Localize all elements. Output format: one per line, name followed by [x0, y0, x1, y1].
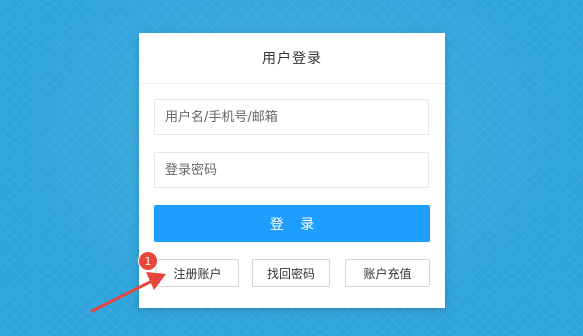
recharge-button[interactable]: 账户充值 — [345, 259, 430, 287]
step-badge: 1 — [138, 251, 158, 271]
forgot-password-button[interactable]: 找回密码 — [252, 259, 330, 287]
login-button[interactable]: 登 录 — [154, 205, 430, 242]
username-input[interactable] — [154, 99, 429, 135]
card-header: 用户登录 — [139, 33, 445, 84]
password-input[interactable] — [154, 152, 429, 188]
register-button[interactable]: 注册账户 — [156, 259, 239, 287]
page-title: 用户登录 — [262, 51, 322, 67]
login-card: 用户登录 登 录 注册账户 找回密码 账户充值 — [139, 33, 445, 308]
